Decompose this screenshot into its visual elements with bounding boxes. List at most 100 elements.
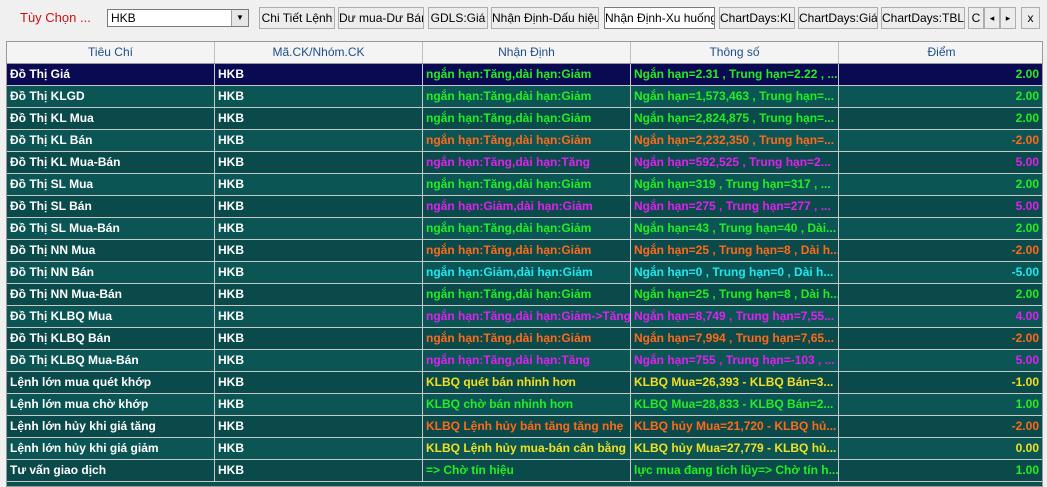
table-row[interactable]: Đồ Thị Giá HKB ngắn hạn:Tăng,dài hạn:Giảm N… [7, 64, 1042, 86]
assessment-cell: ngắn hạn:Giảm,dài hạn:Giảm [423, 196, 631, 218]
table-row[interactable]: Lệnh lớn mua chờ khớp HKB KLBQ chờ bán nhỉ… [7, 394, 1042, 416]
assessment-cell: ngắn hạn:Giảm,dài hạn:Giảm [423, 262, 631, 284]
table-row[interactable]: Lệnh lớn hủy khi giá tăng HKB KLBQ Lệnh hủ… [7, 416, 1042, 438]
assessment-cell: KLBQ Lệnh hủy bán tăng tăng nhẹ [423, 416, 631, 438]
table-row[interactable]: Đồ Thị SL Mua HKB ngắn hạn:Tăng,dài hạn:Gi… [7, 174, 1042, 196]
header-ma-ck[interactable]: Mã.CK/Nhóm.CK [215, 42, 423, 63]
tab-gdls-gia[interactable]: GDLS:Giá [428, 7, 488, 29]
table-row[interactable]: Đồ Thị NN Mua-Bán HKB ngắn hạn:Tăng,dài hạ… [7, 284, 1042, 306]
assessment-cell: KLBQ Lệnh hủy mua-bán cân bằng [423, 438, 631, 460]
table-row[interactable]: Đồ Thị KL Mua-Bán HKB ngắn hạn:Tăng,dài hạ… [7, 152, 1042, 174]
tab-chartdays-kl[interactable]: ChartDays:KL [719, 7, 795, 29]
parameters-cell: Ngắn hạn=2,824,875 , Trung hạn=... [631, 108, 839, 130]
criterion-cell: Đồ Thị Giá [7, 64, 215, 86]
symbol-cell: HKB [215, 460, 423, 482]
table-row[interactable]: Lệnh lớn mua quét khớp HKB KLBQ quét bán n… [7, 372, 1042, 394]
tab-nhan-dinh-xu-huong[interactable]: Nhận Định-Xu huống [604, 7, 715, 29]
criterion-cell: Đồ Thị KL Bán [7, 130, 215, 152]
table-row[interactable]: Đồ Thị SL Mua-Bán HKB ngắn hạn:Tăng,dài hạ… [7, 218, 1042, 240]
table-row[interactable]: Đồ Thị SL Bán HKB ngắn hạn:Giảm,dài hạn:Gi… [7, 196, 1042, 218]
symbol-select-value: HKB [111, 11, 136, 25]
criterion-cell: Đồ Thị KLGD [7, 86, 215, 108]
header-nhan-dinh[interactable]: Nhận Định [423, 42, 631, 63]
assessment-cell: ngắn hạn:Tăng,dài hạn:Giảm [423, 86, 631, 108]
score-cell: 2.00 [839, 174, 1042, 196]
parameters-cell: Ngắn hạn=2,232,350 , Trung hạn=... [631, 130, 839, 152]
criterion-cell: Lệnh lớn hủy khi giá tăng [7, 416, 215, 438]
score-cell: -2.00 [839, 416, 1042, 438]
symbol-cell: HKB [215, 416, 423, 438]
parameters-cell: Ngắn hạn=7,994 , Trung hạn=7,65... [631, 328, 839, 350]
assessment-cell: ngắn hạn:Tăng,dài hạn:Giảm->Tăng [423, 306, 631, 328]
table-row[interactable]: Lệnh lớn hủy khi giá giảm HKB KLBQ Lệnh hủ… [7, 438, 1042, 460]
header-thong-so[interactable]: Thông số [631, 42, 839, 63]
score-cell: 2.00 [839, 86, 1042, 108]
table-row[interactable]: Đồ Thị KLBQ Mua-Bán HKB ngắn hạn:Tăng,dài … [7, 350, 1042, 372]
tab-chartdays-tbl[interactable]: ChartDays:TBL [881, 7, 965, 29]
parameters-cell: Ngắn hạn=755 , Trung hạn=-103 , ... [631, 350, 839, 372]
assessment-cell: => Chờ tín hiệu [423, 460, 631, 482]
score-cell: 2.00 [839, 284, 1042, 306]
close-icon[interactable]: x [1021, 7, 1040, 29]
table-row[interactable]: Đồ Thị NN Bán HKB ngắn hạn:Giảm,dài hạn:Gi… [7, 262, 1042, 284]
parameters-cell: Ngắn hạn=2.31 , Trung hạn=2.22 , ... [631, 64, 839, 86]
assessment-cell: ngắn hạn:Tăng,dài hạn:Giảm [423, 174, 631, 196]
assessment-cell: ngắn hạn:Tăng,dài hạn:Giảm [423, 284, 631, 306]
score-cell: -1.00 [839, 372, 1042, 394]
table-row[interactable]: Đồ Thị KL Mua HKB ngắn hạn:Tăng,dài hạn:Gi… [7, 108, 1042, 130]
criterion-cell: Tư vấn giao dịch [7, 460, 215, 482]
criterion-cell: Đồ Thị NN Mua-Bán [7, 284, 215, 306]
criterion-cell: Đồ Thị KLBQ Mua [7, 306, 215, 328]
parameters-cell: Ngắn hạn=319 , Trung hạn=317 , ... [631, 174, 839, 196]
chevron-down-icon[interactable]: ▼ [231, 10, 248, 26]
parameters-cell: KLBQ Mua=26,393 - KLBQ Bán=3... [631, 372, 839, 394]
symbol-cell: HKB [215, 64, 423, 86]
tab-nhan-dinh-dau-hieu[interactable]: Nhận Định-Dấu hiệu [491, 7, 599, 29]
parameters-cell: Ngắn hạn=25 , Trung hạn=8 , Dài h... [631, 284, 839, 306]
parameters-cell: lực mua đang tích lũy=> Chờ tín h... [631, 460, 839, 482]
parameters-cell: Ngắn hạn=25 , Trung hạn=8 , Dài h... [631, 240, 839, 262]
score-cell: -2.00 [839, 130, 1042, 152]
table-row[interactable]: Đồ Thị KLBQ Bán HKB ngắn hạn:Tăng,dài hạn:… [7, 328, 1042, 350]
parameters-cell: Ngắn hạn=1,573,463 , Trung hạn=... [631, 86, 839, 108]
symbol-cell: HKB [215, 218, 423, 240]
score-cell: 2.00 [839, 218, 1042, 240]
header-diem[interactable]: Điểm [839, 42, 1042, 63]
tab-chartdays-gia[interactable]: ChartDays:Giá [798, 7, 878, 29]
criterion-cell: Đồ Thị KLBQ Mua-Bán [7, 350, 215, 372]
criterion-cell: Lệnh lớn mua quét khớp [7, 372, 215, 394]
tab-du-mua-du-ban[interactable]: Dư mua-Dư Bán [338, 7, 424, 29]
parameters-cell: Ngắn hạn=275 , Trung hạn=277 , ... [631, 196, 839, 218]
options-label[interactable]: Tùy Chọn ... [20, 10, 91, 25]
table-row[interactable]: Đồ Thị KLGD HKB ngắn hạn:Tăng,dài hạn:Giảm… [7, 86, 1042, 108]
symbol-cell: HKB [215, 284, 423, 306]
table-header: Tiêu Chí Mã.CK/Nhóm.CK Nhận Định Thông s… [7, 42, 1042, 64]
symbol-cell: HKB [215, 152, 423, 174]
parameters-cell: KLBQ hủy Mua=21,720 - KLBQ hủ... [631, 416, 839, 438]
symbol-select[interactable]: HKB ▼ [107, 9, 249, 27]
symbol-cell: HKB [215, 262, 423, 284]
criterion-cell: Đồ Thị NN Bán [7, 262, 215, 284]
tab-c-truncated[interactable]: C [968, 7, 984, 29]
table-row[interactable]: Đồ Thị KL Bán HKB ngắn hạn:Tăng,dài hạn:Gi… [7, 130, 1042, 152]
symbol-cell: HKB [215, 372, 423, 394]
symbol-cell: HKB [215, 86, 423, 108]
score-cell: 5.00 [839, 152, 1042, 174]
assessment-cell: ngắn hạn:Tăng,dài hạn:Giảm [423, 218, 631, 240]
parameters-cell: Ngắn hạn=0 , Trung hạn=0 , Dài h... [631, 262, 839, 284]
header-tieu-chi[interactable]: Tiêu Chí [7, 42, 215, 63]
table-row[interactable]: Đồ Thị KLBQ Mua HKB ngắn hạn:Tăng,dài hạn:… [7, 306, 1042, 328]
criterion-cell: Lệnh lớn mua chờ khớp [7, 394, 215, 416]
symbol-cell: HKB [215, 394, 423, 416]
criterion-cell: Đồ Thị SL Mua-Bán [7, 218, 215, 240]
scroll-left-icon[interactable]: ◂ [984, 7, 1000, 29]
table-row[interactable]: Đồ Thị NN Mua HKB ngắn hạn:Tăng,dài hạn:Gi… [7, 240, 1042, 262]
scroll-right-icon[interactable]: ▸ [1000, 7, 1016, 29]
symbol-cell: HKB [215, 108, 423, 130]
score-cell: 1.00 [839, 460, 1042, 482]
tab-chi-tiet-lenh[interactable]: Chi Tiết Lệnh [259, 7, 335, 29]
table-row[interactable]: Tư vấn giao dịch HKB => Chờ tín hiệu lực mu… [7, 460, 1042, 482]
criterion-cell: Lệnh lớn hủy khi giá giảm [7, 438, 215, 460]
score-cell: 5.00 [839, 196, 1042, 218]
assessment-cell: ngắn hạn:Tăng,dài hạn:Giảm [423, 64, 631, 86]
